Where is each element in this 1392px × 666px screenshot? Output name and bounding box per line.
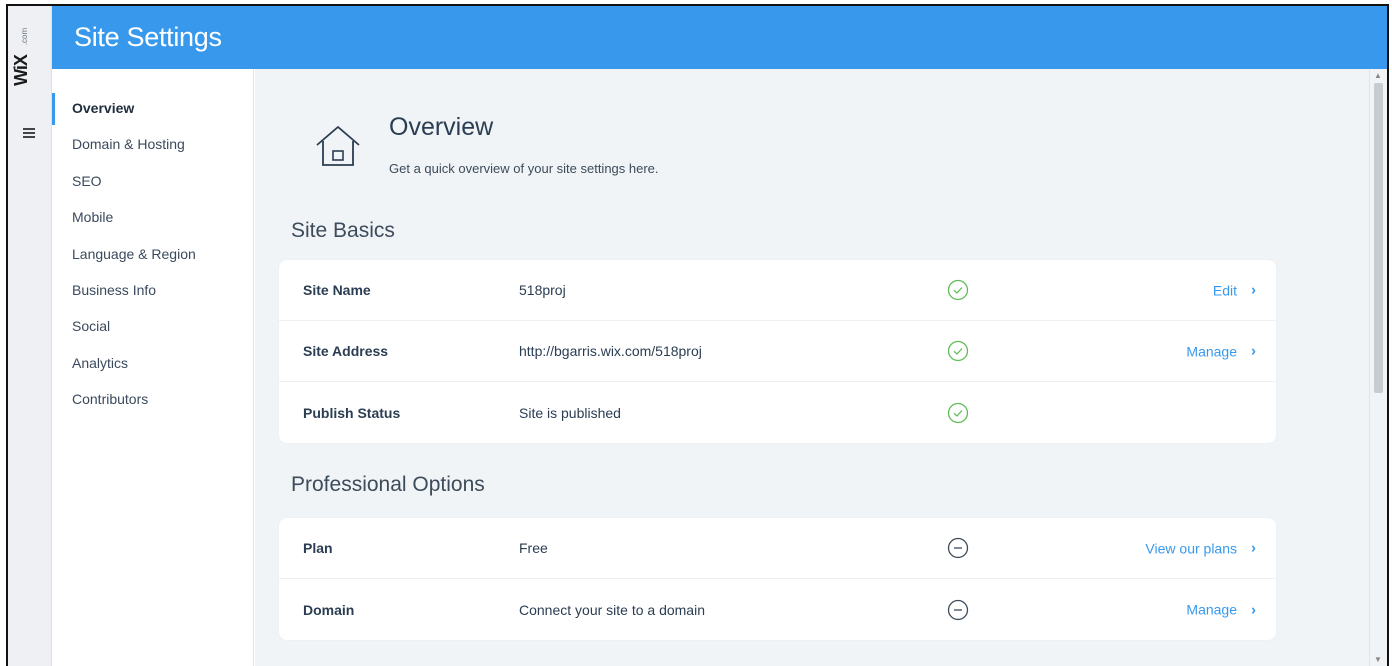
manage-domain-link[interactable]: Manage ›	[1186, 601, 1256, 618]
scroll-down-icon[interactable]: ▼	[1374, 655, 1382, 664]
site-basics-card: Site Name 518proj Edit › Site Address htt…	[279, 260, 1276, 443]
view-plans-link[interactable]: View our plans ›	[1145, 540, 1256, 557]
overview-title: Overview	[389, 113, 494, 141]
site-basics-title: Site Basics	[291, 219, 395, 242]
row-label: Site Name	[303, 282, 371, 298]
domain-row: Domain Connect your site to a domain Man…	[279, 579, 1276, 640]
settings-sidebar: Overview Domain & Hosting SEO Mobile Lan…	[52, 69, 254, 666]
left-rail: .com WiX	[8, 6, 52, 666]
app-frame: .com WiX Site Settings Overview Domain &…	[6, 4, 1389, 666]
minus-circle-icon	[947, 599, 969, 620]
sidebar-item-analytics[interactable]: Analytics	[52, 352, 253, 388]
action-label: Edit	[1212, 282, 1237, 298]
publish-status-row: Publish Status Site is published	[279, 382, 1276, 443]
row-value: http://bgarris.wix.com/518proj	[519, 343, 702, 359]
header-bar: Site Settings	[52, 6, 1387, 69]
check-circle-icon	[947, 279, 969, 301]
minus-circle-icon	[947, 537, 969, 559]
sidebar-item-overview[interactable]: Overview	[52, 92, 253, 133]
check-circle-icon	[947, 402, 969, 423]
sidebar-item-language-region[interactable]: Language & Region	[52, 243, 253, 279]
action-label: Manage	[1186, 343, 1237, 359]
chevron-right-icon: ›	[1251, 601, 1256, 618]
scroll-up-icon[interactable]: ▲	[1374, 71, 1382, 80]
row-value: Connect your site to a domain	[519, 601, 705, 618]
chevron-right-icon: ›	[1251, 281, 1256, 299]
check-circle-icon	[947, 340, 969, 362]
chevron-right-icon: ›	[1251, 539, 1256, 557]
sidebar-item-domain-hosting[interactable]: Domain & Hosting	[52, 133, 253, 169]
row-label: Publish Status	[303, 404, 401, 421]
sidebar-item-business-info[interactable]: Business Info	[52, 279, 253, 315]
hamburger-menu-icon[interactable]	[23, 128, 35, 138]
row-value: Site is published	[519, 404, 621, 421]
logo-suffix: .com	[20, 27, 30, 46]
site-name-row: Site Name 518proj Edit ›	[279, 260, 1276, 321]
professional-options-title: Professional Options	[291, 473, 485, 496]
sidebar-item-mobile[interactable]: Mobile	[52, 206, 253, 242]
overview-subtitle: Get a quick overview of your site settin…	[389, 161, 659, 176]
sidebar-item-contributors[interactable]: Contributors	[52, 388, 253, 424]
professional-options-card: Plan Free View our plans › Domain Connect…	[279, 518, 1276, 640]
vertical-scrollbar[interactable]: ▲ ▼	[1369, 69, 1387, 666]
sidebar-item-social[interactable]: Social	[52, 315, 253, 351]
action-label: View our plans	[1145, 540, 1237, 556]
row-value: 518proj	[519, 282, 566, 298]
plan-row: Plan Free View our plans ›	[279, 518, 1276, 579]
chevron-right-icon: ›	[1251, 342, 1256, 360]
house-icon	[316, 125, 360, 166]
scrollbar-thumb[interactable]	[1374, 83, 1383, 393]
page-title: Site Settings	[74, 22, 222, 52]
site-address-row: Site Address http://bgarris.wix.com/518p…	[279, 321, 1276, 382]
wix-logo[interactable]: .com WiX	[10, 28, 42, 106]
edit-site-name-link[interactable]: Edit ›	[1213, 282, 1256, 299]
row-label: Domain	[303, 601, 355, 618]
manage-site-address-link[interactable]: Manage ›	[1186, 343, 1256, 360]
row-label: Plan	[303, 540, 333, 556]
logo-text: WiX	[10, 55, 31, 86]
main-content: Overview Get a quick overview of your si…	[255, 69, 1369, 666]
row-label: Site Address	[303, 343, 389, 359]
row-value: Free	[519, 540, 548, 556]
sidebar-item-seo[interactable]: SEO	[52, 170, 253, 206]
action-label: Manage	[1186, 601, 1237, 618]
